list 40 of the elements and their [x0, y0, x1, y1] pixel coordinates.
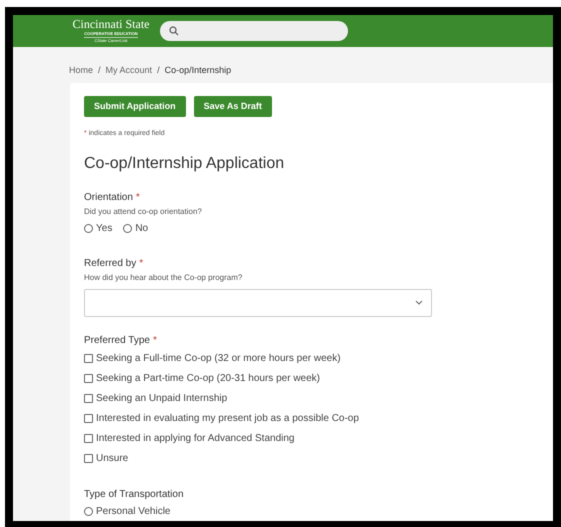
checkbox-label: Seeking a Part-time Co-op (20-31 hours per week) — [96, 372, 320, 386]
radio-button[interactable] — [123, 224, 132, 232]
breadcrumb-separator: / — [157, 64, 160, 78]
field-label: Orientation — [84, 192, 133, 204]
checkbox[interactable] — [84, 374, 93, 383]
radio-label: Yes — [96, 222, 112, 236]
dropdown-field[interactable] — [84, 288, 432, 316]
breadcrumb-current: Co-op/Internship — [164, 64, 232, 78]
breadcrumb-link[interactable]: My Account — [106, 64, 152, 78]
search-icon — [169, 26, 179, 36]
field-hint: Did you attend co-op orientation? — [84, 206, 203, 218]
checkbox[interactable] — [84, 454, 93, 463]
chevron-down-icon — [415, 300, 423, 305]
action-button[interactable]: Save As Draft — [194, 96, 272, 117]
radio-label: No — [135, 222, 148, 236]
required-mark: * — [136, 192, 140, 204]
checkbox[interactable] — [84, 434, 93, 443]
field-label: Type of Transportation — [84, 488, 184, 500]
required-mark: * — [139, 258, 144, 270]
field-label: Preferred Type — [84, 334, 150, 346]
radio-label: Personal Vehicle — [96, 504, 170, 518]
field-label: Referred by — [84, 258, 136, 270]
breadcrumb-separator: / — [98, 64, 101, 78]
checkbox-label: Seeking a Full-time Co-op (32 or more hours per week) — [96, 352, 341, 366]
checkbox-label: Interested in applying for Advanced Standing — [96, 432, 294, 446]
checkbox[interactable] — [84, 354, 93, 363]
breadcrumb-link[interactable]: Home — [69, 64, 94, 78]
checkbox[interactable] — [84, 394, 93, 403]
logo-text: Cincinnati State — [72, 18, 150, 31]
checkbox[interactable] — [84, 414, 93, 423]
form-title: Co-op/Internship Application — [84, 154, 286, 174]
field-hint: How did you hear about the Co-op program? — [84, 272, 244, 284]
checkbox-label: Unsure — [96, 452, 128, 466]
search-field[interactable] — [160, 21, 348, 41]
action-button[interactable]: Submit Application — [84, 96, 186, 117]
checkbox-label: Seeking an Unpaid Internship — [96, 392, 228, 406]
radio-button[interactable] — [84, 224, 93, 232]
checkbox-label: Interested in evaluating my present job as a possible Co-op — [96, 412, 359, 426]
required-mark: * — [152, 334, 157, 346]
radio-button[interactable] — [84, 506, 93, 516]
